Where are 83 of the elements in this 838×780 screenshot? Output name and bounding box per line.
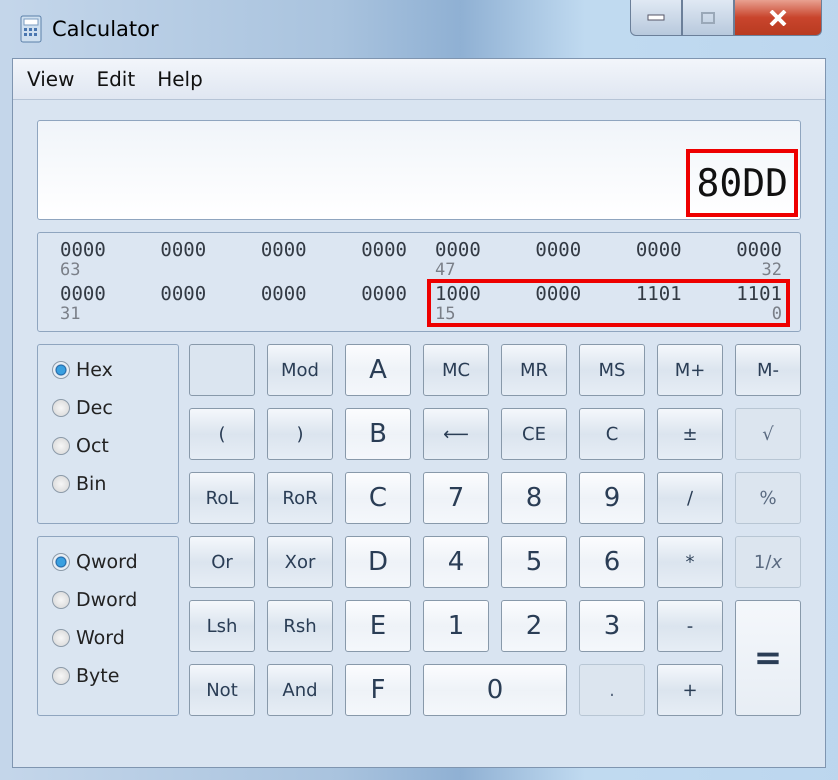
calculator-key[interactable]: B	[345, 408, 411, 460]
radio-option[interactable]: Hex	[52, 359, 178, 381]
bit-index: 15	[435, 305, 456, 323]
calculator-key[interactable]: *	[657, 536, 723, 588]
bit-group: 0000	[160, 239, 206, 261]
bit-group: 0000	[535, 283, 582, 305]
bit-group: 1101	[636, 283, 682, 305]
calculator-key[interactable]: M-	[735, 344, 801, 396]
calculator-key[interactable]: Not	[189, 664, 255, 716]
calculator-key[interactable]: Lsh	[189, 600, 255, 652]
calculator-key[interactable]: MC	[423, 344, 489, 396]
calculator-key[interactable]: =	[735, 600, 801, 716]
calculator-key[interactable]: C	[345, 472, 411, 524]
calculator-key[interactable]: CE	[501, 408, 567, 460]
calculator-key[interactable]: MS	[579, 344, 645, 396]
calculator-key[interactable]: 4	[423, 536, 489, 588]
calculator-key[interactable]: 2	[501, 600, 567, 652]
calculator-key[interactable]: MR	[501, 344, 567, 396]
bit-index: 47	[435, 261, 456, 279]
calculator-key[interactable]: ⟵	[423, 408, 489, 460]
bit-group: 0000	[60, 283, 106, 305]
bit-group: 0000	[60, 239, 106, 261]
bit-group: 0000	[361, 239, 407, 261]
calculator-key[interactable]: -	[657, 600, 723, 652]
bit-index: 0	[772, 305, 782, 323]
calculator-key[interactable]: RoL	[189, 472, 255, 524]
radio-option[interactable]: Bin	[52, 473, 178, 495]
calculator-icon	[20, 15, 42, 43]
calculator-key[interactable]: 8	[501, 472, 567, 524]
radio-option[interactable]: Dec	[52, 397, 178, 419]
bit-group: 1000	[435, 283, 481, 305]
menu-item[interactable]: View	[27, 67, 74, 91]
close-icon	[769, 10, 787, 26]
calculator-key[interactable]: Xor	[267, 536, 333, 588]
calculator-key[interactable]: D	[345, 536, 411, 588]
minimize-button[interactable]	[630, 0, 682, 36]
bit-group: 0000	[260, 283, 307, 305]
radio-option[interactable]: Qword	[52, 551, 178, 573]
bit-group: 0000	[736, 239, 782, 261]
calculator-key[interactable]: Rsh	[267, 600, 333, 652]
calculator-key[interactable]: Or	[189, 536, 255, 588]
menu-item[interactable]: Edit	[96, 67, 136, 91]
calculator-key[interactable]: +	[657, 664, 723, 716]
calculator-key[interactable]: 0	[423, 664, 567, 716]
bit-group: 0000	[435, 239, 481, 261]
window-title: Calculator	[52, 17, 159, 41]
calculator-key[interactable]: 1	[423, 600, 489, 652]
bit-group: 0000	[636, 239, 682, 261]
calculator-key[interactable]: RoR	[267, 472, 333, 524]
bit-index: 32	[762, 261, 782, 279]
radio-option[interactable]: Dword	[52, 589, 178, 611]
calculator-key[interactable]: 7	[423, 472, 489, 524]
calculator-key[interactable]: 9	[579, 472, 645, 524]
radio-option[interactable]: Word	[52, 627, 178, 649]
menu-item[interactable]: Help	[157, 67, 203, 91]
calculator-key[interactable]: /	[657, 472, 723, 524]
maximize-button[interactable]	[682, 0, 734, 36]
calculator-key[interactable]: Mod	[267, 344, 333, 396]
minimize-icon	[647, 14, 665, 22]
calculator-key[interactable]: E	[345, 600, 411, 652]
calculator-key[interactable]: A	[345, 344, 411, 396]
bit-index: 63	[60, 261, 80, 279]
calculator-key[interactable]: M+	[657, 344, 723, 396]
calculator-key[interactable]: F	[345, 664, 411, 716]
radio-option[interactable]: Oct	[52, 435, 178, 457]
calculator-key[interactable]: 3	[579, 600, 645, 652]
bit-group: 0000	[535, 239, 582, 261]
bit-group: 0000	[160, 283, 206, 305]
calculator-key[interactable]: 6	[579, 536, 645, 588]
calculator-key[interactable]: (	[189, 408, 255, 460]
radio-option[interactable]: Byte	[52, 665, 178, 687]
calculator-key[interactable]: ±	[657, 408, 723, 460]
calculator-key[interactable]: )	[267, 408, 333, 460]
bit-group: 0000	[361, 283, 407, 305]
calculator-key[interactable]: C	[579, 408, 645, 460]
calculator-key[interactable]: 5	[501, 536, 567, 588]
maximize-icon	[701, 12, 715, 24]
bit-index: 31	[60, 305, 80, 323]
display-value: 80DD	[686, 149, 798, 217]
bit-group: 0000	[260, 239, 307, 261]
calculator-key[interactable]: And	[267, 664, 333, 716]
close-button[interactable]	[734, 0, 822, 36]
bit-group: 1101	[736, 283, 782, 305]
